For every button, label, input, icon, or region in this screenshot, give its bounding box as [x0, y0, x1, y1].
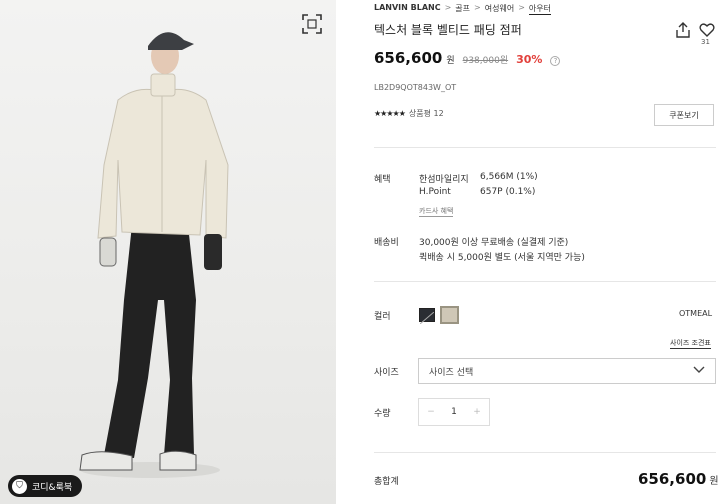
coupon-button[interactable]: 쿠폰보기 [654, 104, 714, 126]
breadcrumb-separator: > [444, 3, 452, 12]
quantity-label: 수량 [374, 409, 391, 419]
divider [374, 452, 716, 453]
card-benefit-link[interactable]: 카드사 혜택 [419, 206, 454, 217]
breadcrumb: LANVIN BLANC > 골프 > 여성웨어 > 아우터 [374, 3, 551, 15]
price-unit: 원 [446, 56, 455, 66]
total-value: 656,600 [638, 470, 707, 488]
product-title: 텍스처 블록 벨티드 패딩 점퍼 [374, 23, 522, 37]
rating[interactable]: ★★★★★ 상품평 12 [374, 108, 444, 119]
quantity-stepper: − 1 + [418, 398, 490, 426]
breadcrumb-separator: > [474, 3, 481, 12]
share-icon[interactable] [674, 21, 692, 39]
like-count: 31 [701, 38, 710, 46]
total-label: 총합계 [374, 477, 399, 487]
breadcrumb-brand[interactable]: LANVIN BLANC [374, 3, 441, 15]
divider [374, 281, 716, 282]
coordi-lookbook-button[interactable]: ⛉ 코디&룩북 [8, 475, 83, 497]
hpoint-name: H.Point [419, 187, 451, 197]
product-code: LB2D9QOT843W_OT [374, 83, 457, 92]
original-price: 938,000원 [462, 56, 509, 66]
quantity-minus-button[interactable]: − [427, 407, 435, 417]
divider [374, 147, 716, 148]
price-row: 656,600 원 938,000원 30% ? [374, 49, 561, 67]
shipping-label: 배송비 [374, 238, 399, 248]
total-unit: 원 [709, 476, 719, 487]
expand-icon[interactable] [300, 12, 324, 36]
quantity-value[interactable]: 1 [451, 407, 457, 417]
product-info-panel: LANVIN BLANC > 골프 > 여성웨어 > 아우터 텍스처 블록 벨티… [336, 0, 720, 504]
sale-price: 656,600 [374, 49, 443, 67]
chevron-down-icon [693, 366, 705, 377]
model-illustration [79, 32, 229, 478]
discount-rate: 30% [516, 53, 543, 66]
review-count[interactable]: 상품평 12 [409, 108, 444, 119]
mileage-name: 한섬마일리지 [419, 175, 469, 185]
heart-icon[interactable] [698, 21, 716, 39]
color-swatch-dark[interactable] [419, 308, 435, 325]
star-rating-icon: ★★★★★ [374, 109, 406, 118]
color-swatch-otmeal[interactable] [440, 306, 459, 324]
breadcrumb-womenswear[interactable]: 여성웨어 [485, 3, 514, 15]
breadcrumb-outer[interactable]: 아우터 [528, 3, 551, 15]
selected-color: OTMEAL [679, 309, 713, 318]
mileage-value: 6,566M (1%) [480, 172, 538, 182]
hpoint-value: 657P (0.1%) [480, 187, 536, 197]
product-image[interactable]: ⛉ 코디&룩북 [0, 0, 336, 504]
color-label: 컬러 [374, 312, 391, 322]
size-select[interactable]: 사이즈 선택 [418, 358, 716, 384]
benefit-label: 혜택 [374, 175, 391, 185]
coordi-lookbook-label: 코디&룩북 [32, 482, 73, 493]
shipping-line-2: 퀵배송 시 5,000원 별도 (서울 지역만 가능) [419, 253, 585, 263]
size-label: 사이즈 [374, 368, 399, 378]
breadcrumb-golf[interactable]: 골프 [455, 3, 470, 15]
total-amount: 656,600 원 [638, 470, 719, 488]
quantity-plus-button[interactable]: + [473, 407, 481, 417]
shipping-line-1: 30,000원 이상 무료배송 (실결제 기준) [419, 238, 569, 248]
hanger-icon: ⛉ [12, 478, 27, 494]
breadcrumb-separator: > [518, 3, 525, 12]
question-icon[interactable]: ? [550, 56, 561, 66]
size-guide-link[interactable]: 사이즈 조견표 [670, 338, 711, 349]
size-select-placeholder: 사이즈 선택 [429, 367, 474, 378]
